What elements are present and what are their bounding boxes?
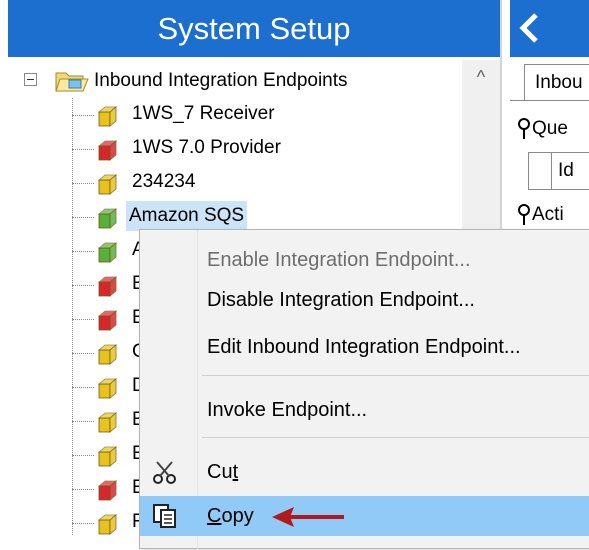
endpoint-yellow-icon xyxy=(97,412,118,433)
tree-connector xyxy=(72,319,94,320)
scissors-icon xyxy=(153,461,176,484)
tree-connector xyxy=(72,115,94,116)
tree-connector xyxy=(72,421,94,422)
endpoint-red-icon xyxy=(97,310,118,331)
endpoint-green-icon xyxy=(97,208,118,229)
tree-connector xyxy=(72,149,94,150)
menu-item-copy[interactable]: Copy xyxy=(140,496,589,536)
back-chevron-icon[interactable] xyxy=(518,12,540,44)
menu-item-label: Enable Integration Endpoint... xyxy=(207,249,471,271)
menu-separator xyxy=(202,437,589,438)
tree-item-label: 234234 xyxy=(132,171,196,192)
endpoint-yellow-icon xyxy=(97,106,118,127)
menu-item-enable-endpoint[interactable]: Enable Integration Endpoint... xyxy=(140,240,589,280)
action-group-label: Acti xyxy=(532,204,564,225)
endpoint-yellow-icon xyxy=(97,344,118,365)
tab-inbound[interactable]: Inbou xyxy=(524,64,589,100)
pin-icon[interactable] xyxy=(516,118,532,140)
panel-title: System Setup xyxy=(8,0,500,57)
menu-item-label: Disable Integration Endpoint... xyxy=(207,289,475,311)
tree-guide-line xyxy=(72,98,73,535)
tab-divider xyxy=(510,100,589,101)
grid-header: Id xyxy=(528,152,589,190)
pin-icon[interactable] xyxy=(516,204,532,226)
tree-connector xyxy=(72,387,94,388)
endpoint-red-icon xyxy=(97,276,118,297)
menu-item-disable-endpoint[interactable]: Disable Integration Endpoint... xyxy=(140,280,589,320)
menu-item-label: Invoke Endpoint... xyxy=(207,399,368,421)
tree-connector xyxy=(72,183,94,184)
scroll-up-button[interactable]: ^ xyxy=(462,60,500,94)
endpoint-red-icon xyxy=(97,140,118,161)
queue-group-label: Que xyxy=(532,118,568,139)
open-folder-icon xyxy=(55,72,89,92)
tree-connector xyxy=(72,455,94,456)
tree-connector xyxy=(72,523,94,524)
menu-separator xyxy=(202,375,589,376)
endpoint-yellow-icon xyxy=(97,514,118,535)
annotation-arrow-icon xyxy=(272,507,344,527)
tree-item-label: 1WS_7 Receiver xyxy=(132,103,275,124)
tree-item-label: 1WS 7.0 Provider xyxy=(132,137,281,158)
detail-header xyxy=(510,0,589,57)
context-menu: Enable Integration Endpoint... Disable I… xyxy=(139,229,589,550)
copy-icon xyxy=(153,504,176,528)
cut-label-text: Cu xyxy=(207,461,233,483)
menu-item-label: Edit Inbound Integration Endpoint... xyxy=(207,336,521,358)
menu-item-edit-endpoint[interactable]: Edit Inbound Integration Endpoint... xyxy=(140,327,589,367)
tree-item-label: Amazon SQS xyxy=(126,201,248,231)
id-column-header[interactable]: Id xyxy=(551,153,574,189)
tree-connector xyxy=(72,285,94,286)
collapse-icon[interactable] xyxy=(24,73,37,86)
copy-accelerator-key: C xyxy=(207,505,222,527)
menu-item-label: Copy xyxy=(207,496,254,536)
menu-item-cut[interactable]: Cut xyxy=(140,452,589,492)
endpoint-red-icon xyxy=(97,480,118,501)
tree-connector xyxy=(72,353,94,354)
endpoint-yellow-icon xyxy=(97,378,118,399)
copy-label-text: opy xyxy=(221,505,254,527)
cut-accelerator-key: t xyxy=(232,461,239,483)
menu-item-invoke-endpoint[interactable]: Invoke Endpoint... xyxy=(140,390,589,430)
tree-root-label: Inbound Integration Endpoints xyxy=(94,70,348,91)
tree-connector xyxy=(72,251,94,252)
tree-connector xyxy=(72,217,94,218)
menu-item-label: Cut xyxy=(207,452,238,492)
endpoint-yellow-icon xyxy=(97,446,118,467)
endpoint-green-icon xyxy=(97,242,118,263)
tree-connector xyxy=(72,489,94,490)
endpoint-yellow-icon xyxy=(97,174,118,195)
